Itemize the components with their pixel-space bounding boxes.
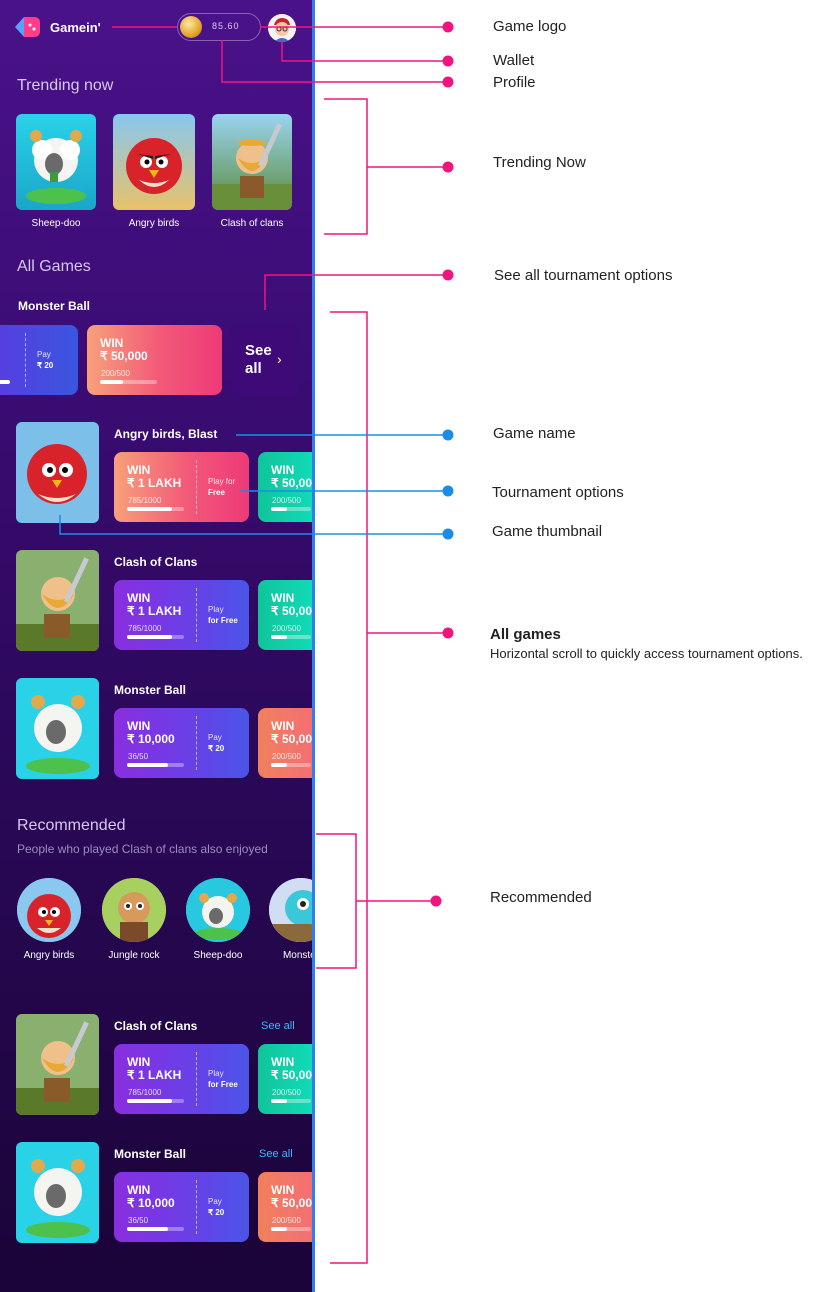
annotation-game-thumbnail: Game thumbnail	[492, 523, 603, 540]
annotation-tournament-options: Tournament options	[492, 484, 624, 501]
annotation-profile: Profile	[493, 74, 536, 91]
annotation-see-all-tournament: See all tournament options	[494, 267, 673, 284]
annotation-all-games-desc: Horizontal scroll to quickly access tour…	[490, 646, 803, 661]
annotation-wallet: Wallet	[493, 52, 535, 69]
annotation-recommended: Recommended	[490, 889, 592, 906]
annotation-all-games: All games	[490, 626, 561, 643]
annotation-game-logo: Game logo	[493, 18, 567, 35]
annotation-game-name: Game name	[493, 425, 576, 442]
annotation-trending-now: Trending Now	[493, 154, 586, 171]
